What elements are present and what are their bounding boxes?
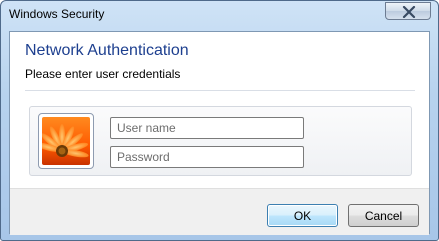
ok-button[interactable]: OK: [267, 204, 338, 227]
cancel-button[interactable]: Cancel: [348, 204, 419, 227]
user-tile: [35, 113, 94, 169]
dialog-heading: Network Authentication: [25, 42, 189, 59]
window-title: Windows Security: [9, 7, 105, 21]
close-button[interactable]: [385, 2, 431, 20]
credential-panel: [29, 106, 412, 176]
username-input[interactable]: [110, 117, 304, 139]
security-dialog-window: Windows Security Network Authentication …: [0, 0, 439, 241]
dialog-content: Network Authentication Please enter user…: [9, 31, 430, 235]
close-icon: [402, 6, 416, 18]
title-bar[interactable]: Windows Security: [1, 1, 438, 29]
dialog-subheading: Please enter user credentials: [25, 67, 181, 81]
user-tile-flower-icon: [35, 117, 90, 165]
button-bar: OK Cancel: [10, 188, 429, 235]
password-input[interactable]: [110, 146, 304, 168]
separator: [25, 90, 415, 91]
